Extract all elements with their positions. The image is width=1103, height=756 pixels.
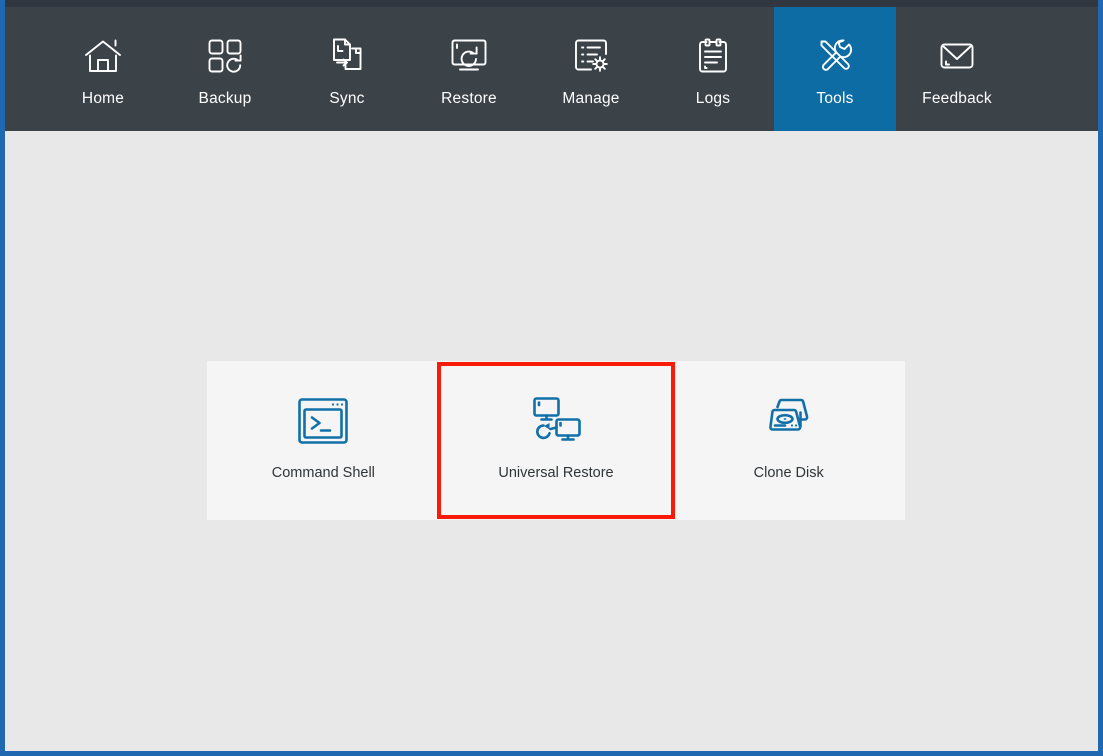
command-shell-icon <box>295 393 351 449</box>
restore-icon <box>447 34 491 78</box>
logs-icon <box>691 34 735 78</box>
tool-card-clone-disk[interactable]: Clone Disk <box>672 361 906 520</box>
nav-label-restore: Restore <box>441 90 497 107</box>
tool-card-command-shell[interactable]: Command Shell <box>207 361 440 520</box>
nav-label-backup: Backup <box>198 90 252 107</box>
nav-item-feedback[interactable]: Feedback <box>896 7 1018 131</box>
nav-label-manage: Manage <box>562 90 620 107</box>
tools-icon <box>813 34 857 78</box>
main-navigation-bar: Home Backup Sync Restore Manage Logs Too… <box>5 7 1098 131</box>
manage-icon <box>569 34 613 78</box>
sync-icon <box>325 34 369 78</box>
tool-label-command-shell: Command Shell <box>271 465 375 481</box>
nav-label-tools: Tools <box>816 90 854 107</box>
nav-label-sync: Sync <box>329 90 365 107</box>
nav-item-sync[interactable]: Sync <box>286 7 408 131</box>
nav-item-logs[interactable]: Logs <box>652 7 774 131</box>
nav-label-feedback: Feedback <box>922 90 992 107</box>
clone-disk-icon <box>761 393 817 449</box>
feedback-icon <box>935 34 979 78</box>
tool-card-universal-restore[interactable]: Universal Restore <box>439 361 673 520</box>
window-top-strip <box>5 0 1098 7</box>
tools-card-panel: Command Shell Universal Restore Clone Di… <box>207 361 906 520</box>
universal-restore-icon <box>528 393 584 449</box>
nav-item-tools[interactable]: Tools <box>774 7 896 131</box>
nav-item-backup[interactable]: Backup <box>164 7 286 131</box>
backup-icon <box>203 34 247 78</box>
nav-label-home: Home <box>81 90 125 107</box>
background-artifact <box>7 691 13 707</box>
tool-label-clone-disk: Clone Disk <box>753 465 824 481</box>
home-icon <box>81 34 125 78</box>
tool-label-universal-restore: Universal Restore <box>498 465 614 481</box>
content-area: Command Shell Universal Restore Clone Di… <box>5 131 1098 751</box>
nav-item-restore[interactable]: Restore <box>408 7 530 131</box>
nav-item-home[interactable]: Home <box>42 7 164 131</box>
nav-item-manage[interactable]: Manage <box>530 7 652 131</box>
nav-label-logs: Logs <box>695 90 731 107</box>
application-window: Home Backup Sync Restore Manage Logs Too… <box>0 0 1103 756</box>
